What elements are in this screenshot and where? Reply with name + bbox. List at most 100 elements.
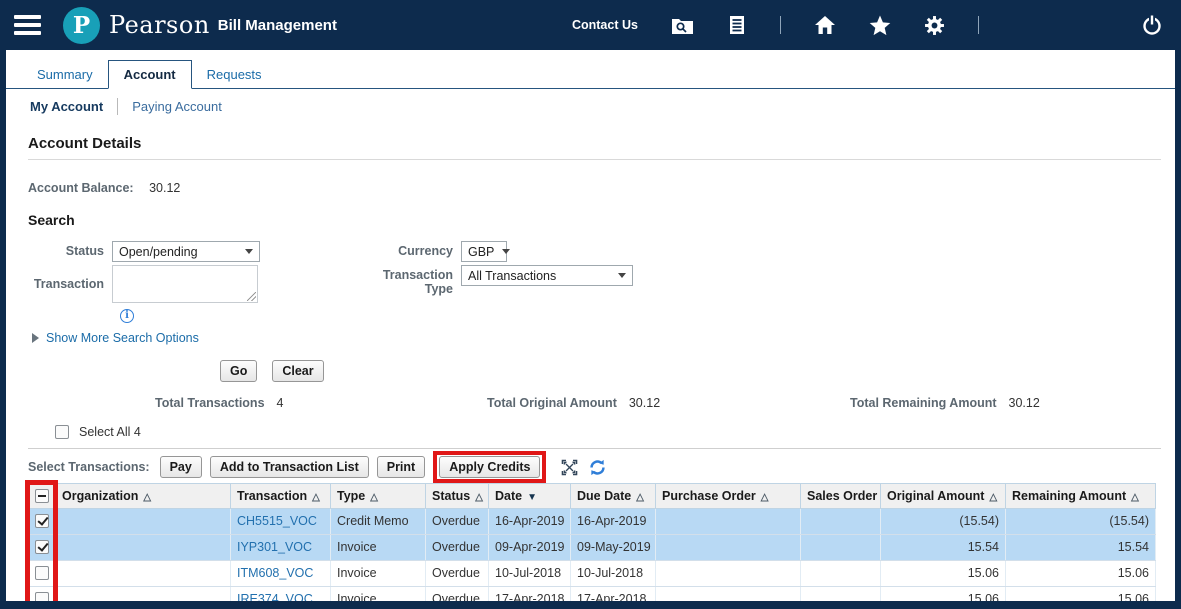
go-button[interactable]: Go xyxy=(220,360,257,382)
detach-table-icon[interactable] xyxy=(561,459,578,476)
sort-asc-icon xyxy=(475,492,483,503)
currency-label: Currency xyxy=(352,241,461,258)
tab-requests[interactable]: Requests xyxy=(192,61,277,88)
app-title: Bill Management xyxy=(218,17,337,34)
add-to-transaction-list-button[interactable]: Add to Transaction List xyxy=(210,456,369,478)
title-rule xyxy=(28,159,1161,160)
subtab-my-account[interactable]: My Account xyxy=(30,99,103,114)
select-all-checkbox[interactable] xyxy=(55,425,69,439)
transaction-link[interactable]: CH5515_VOC xyxy=(237,514,317,528)
subtab-paying-account[interactable]: Paying Account xyxy=(132,99,222,114)
sort-asc-icon xyxy=(1131,492,1139,503)
cell-status: Overdue xyxy=(426,534,489,560)
select-all-row: Select All 4 xyxy=(55,425,1161,439)
cell-date: 10-Jul-2018 xyxy=(489,560,571,586)
row-checkbox[interactable] xyxy=(35,540,49,554)
cell-original-amount: 15.06 xyxy=(881,586,1006,609)
cell-due-date: 10-Jul-2018 xyxy=(571,560,656,586)
print-button[interactable]: Print xyxy=(377,456,425,478)
cell-sales-order xyxy=(801,534,881,560)
account-balance-row: Account Balance: 30.12 xyxy=(28,181,1161,195)
resize-handle[interactable] xyxy=(247,292,256,301)
cell-original-amount: 15.54 xyxy=(881,534,1006,560)
tab-summary[interactable]: Summary xyxy=(22,61,108,88)
total-transactions-label: Total Transactions xyxy=(155,396,265,410)
transaction-link[interactable]: IYP301_VOC xyxy=(237,540,312,554)
account-balance-label: Account Balance: xyxy=(28,181,134,195)
col-status[interactable]: Status xyxy=(426,483,489,508)
expand-arrow-icon xyxy=(32,333,39,343)
row-checkbox[interactable] xyxy=(35,514,49,528)
sort-asc-icon xyxy=(761,492,769,503)
info-icon[interactable] xyxy=(120,309,134,323)
col-purchase-order[interactable]: Purchase Order xyxy=(656,483,801,508)
top-navbar: P Pearson Bill Management Contact Us xyxy=(0,0,1181,50)
page-content: Summary Account Requests My Account Payi… xyxy=(0,50,1181,609)
page-title: Account Details xyxy=(28,135,1161,152)
transaction-type-select[interactable]: All Transactions xyxy=(461,265,633,286)
cell-type: Invoice xyxy=(331,586,426,609)
cell-due-date: 17-Apr-2018 xyxy=(571,586,656,609)
col-remaining-amount[interactable]: Remaining Amount xyxy=(1006,483,1156,508)
cell-organization xyxy=(56,586,231,609)
home-icon[interactable] xyxy=(814,15,836,35)
transaction-link[interactable]: IRE374_VOC xyxy=(237,592,313,606)
cell-remaining-amount: (15.54) xyxy=(1006,508,1156,534)
status-label: Status xyxy=(28,241,112,258)
app-window: P Pearson Bill Management Contact Us xyxy=(0,0,1181,609)
cell-purchase-order xyxy=(656,534,801,560)
clear-button[interactable]: Clear xyxy=(272,360,323,382)
tab-account[interactable]: Account xyxy=(108,60,192,89)
row-checkbox[interactable] xyxy=(35,566,49,580)
currency-select[interactable]: GBP xyxy=(461,241,507,262)
sort-asc-icon xyxy=(312,492,320,503)
total-original-amount-value: 30.12 xyxy=(629,396,660,410)
totals-row: Total Transactions4 Total Original Amoun… xyxy=(28,396,1161,413)
chevron-down-icon xyxy=(245,249,253,254)
col-transaction[interactable]: Transaction xyxy=(231,483,331,508)
status-select[interactable]: Open/pending xyxy=(112,241,260,262)
col-organization[interactable]: Organization xyxy=(56,483,231,508)
transaction-link[interactable]: ITM608_VOC xyxy=(237,566,313,580)
search-heading: Search xyxy=(28,212,1161,228)
contact-us-link[interactable]: Contact Us xyxy=(572,18,638,32)
show-more-search-options[interactable]: Show More Search Options xyxy=(32,331,1161,345)
col-original-amount[interactable]: Original Amount xyxy=(881,483,1006,508)
navbar-actions: Contact Us xyxy=(572,15,979,36)
select-all-label: Select All 4 xyxy=(79,425,141,439)
header-select-all[interactable] xyxy=(29,483,56,508)
power-logout-icon[interactable] xyxy=(1141,14,1163,36)
cell-date: 09-Apr-2019 xyxy=(489,534,571,560)
total-transactions-value: 4 xyxy=(277,396,284,410)
transaction-label: Transaction xyxy=(28,265,112,291)
pay-button[interactable]: Pay xyxy=(160,456,202,478)
row-checkbox[interactable] xyxy=(35,592,49,606)
refresh-icon[interactable] xyxy=(589,459,606,476)
total-remaining-amount-value: 30.12 xyxy=(1009,396,1040,410)
chevron-down-icon xyxy=(502,249,510,254)
cell-remaining-amount: 15.54 xyxy=(1006,534,1156,560)
table-header-row: Organization Transaction Type Status Dat… xyxy=(29,483,1156,508)
hamburger-menu-icon[interactable] xyxy=(14,15,41,35)
col-type[interactable]: Type xyxy=(331,483,426,508)
folder-search-icon[interactable] xyxy=(671,16,694,35)
favorites-star-icon[interactable] xyxy=(869,15,891,36)
table-row: IRE374_VOC Invoice Overdue 17-Apr-2018 1… xyxy=(29,586,1156,609)
col-date[interactable]: Date xyxy=(489,483,571,508)
apply-credits-button[interactable]: Apply Credits xyxy=(439,456,540,478)
document-list-icon[interactable] xyxy=(727,15,747,35)
transaction-input[interactable] xyxy=(112,265,258,303)
sub-tabs: My Account Paying Account xyxy=(6,89,1175,123)
col-due-date[interactable]: Due Date xyxy=(571,483,656,508)
cell-date: 17-Apr-2018 xyxy=(489,586,571,609)
navbar-divider xyxy=(780,16,781,34)
settings-gear-icon[interactable] xyxy=(924,15,945,36)
col-sales-order[interactable]: Sales Order xyxy=(801,483,881,508)
sort-asc-icon xyxy=(636,492,644,503)
pearson-logo-icon[interactable]: P xyxy=(63,7,100,44)
cell-type: Credit Memo xyxy=(331,508,426,534)
cell-organization xyxy=(56,534,231,560)
select-all-indeterminate-checkbox[interactable] xyxy=(35,489,49,503)
main-tabs: Summary Account Requests xyxy=(6,60,1175,89)
sort-desc-icon xyxy=(527,492,537,503)
